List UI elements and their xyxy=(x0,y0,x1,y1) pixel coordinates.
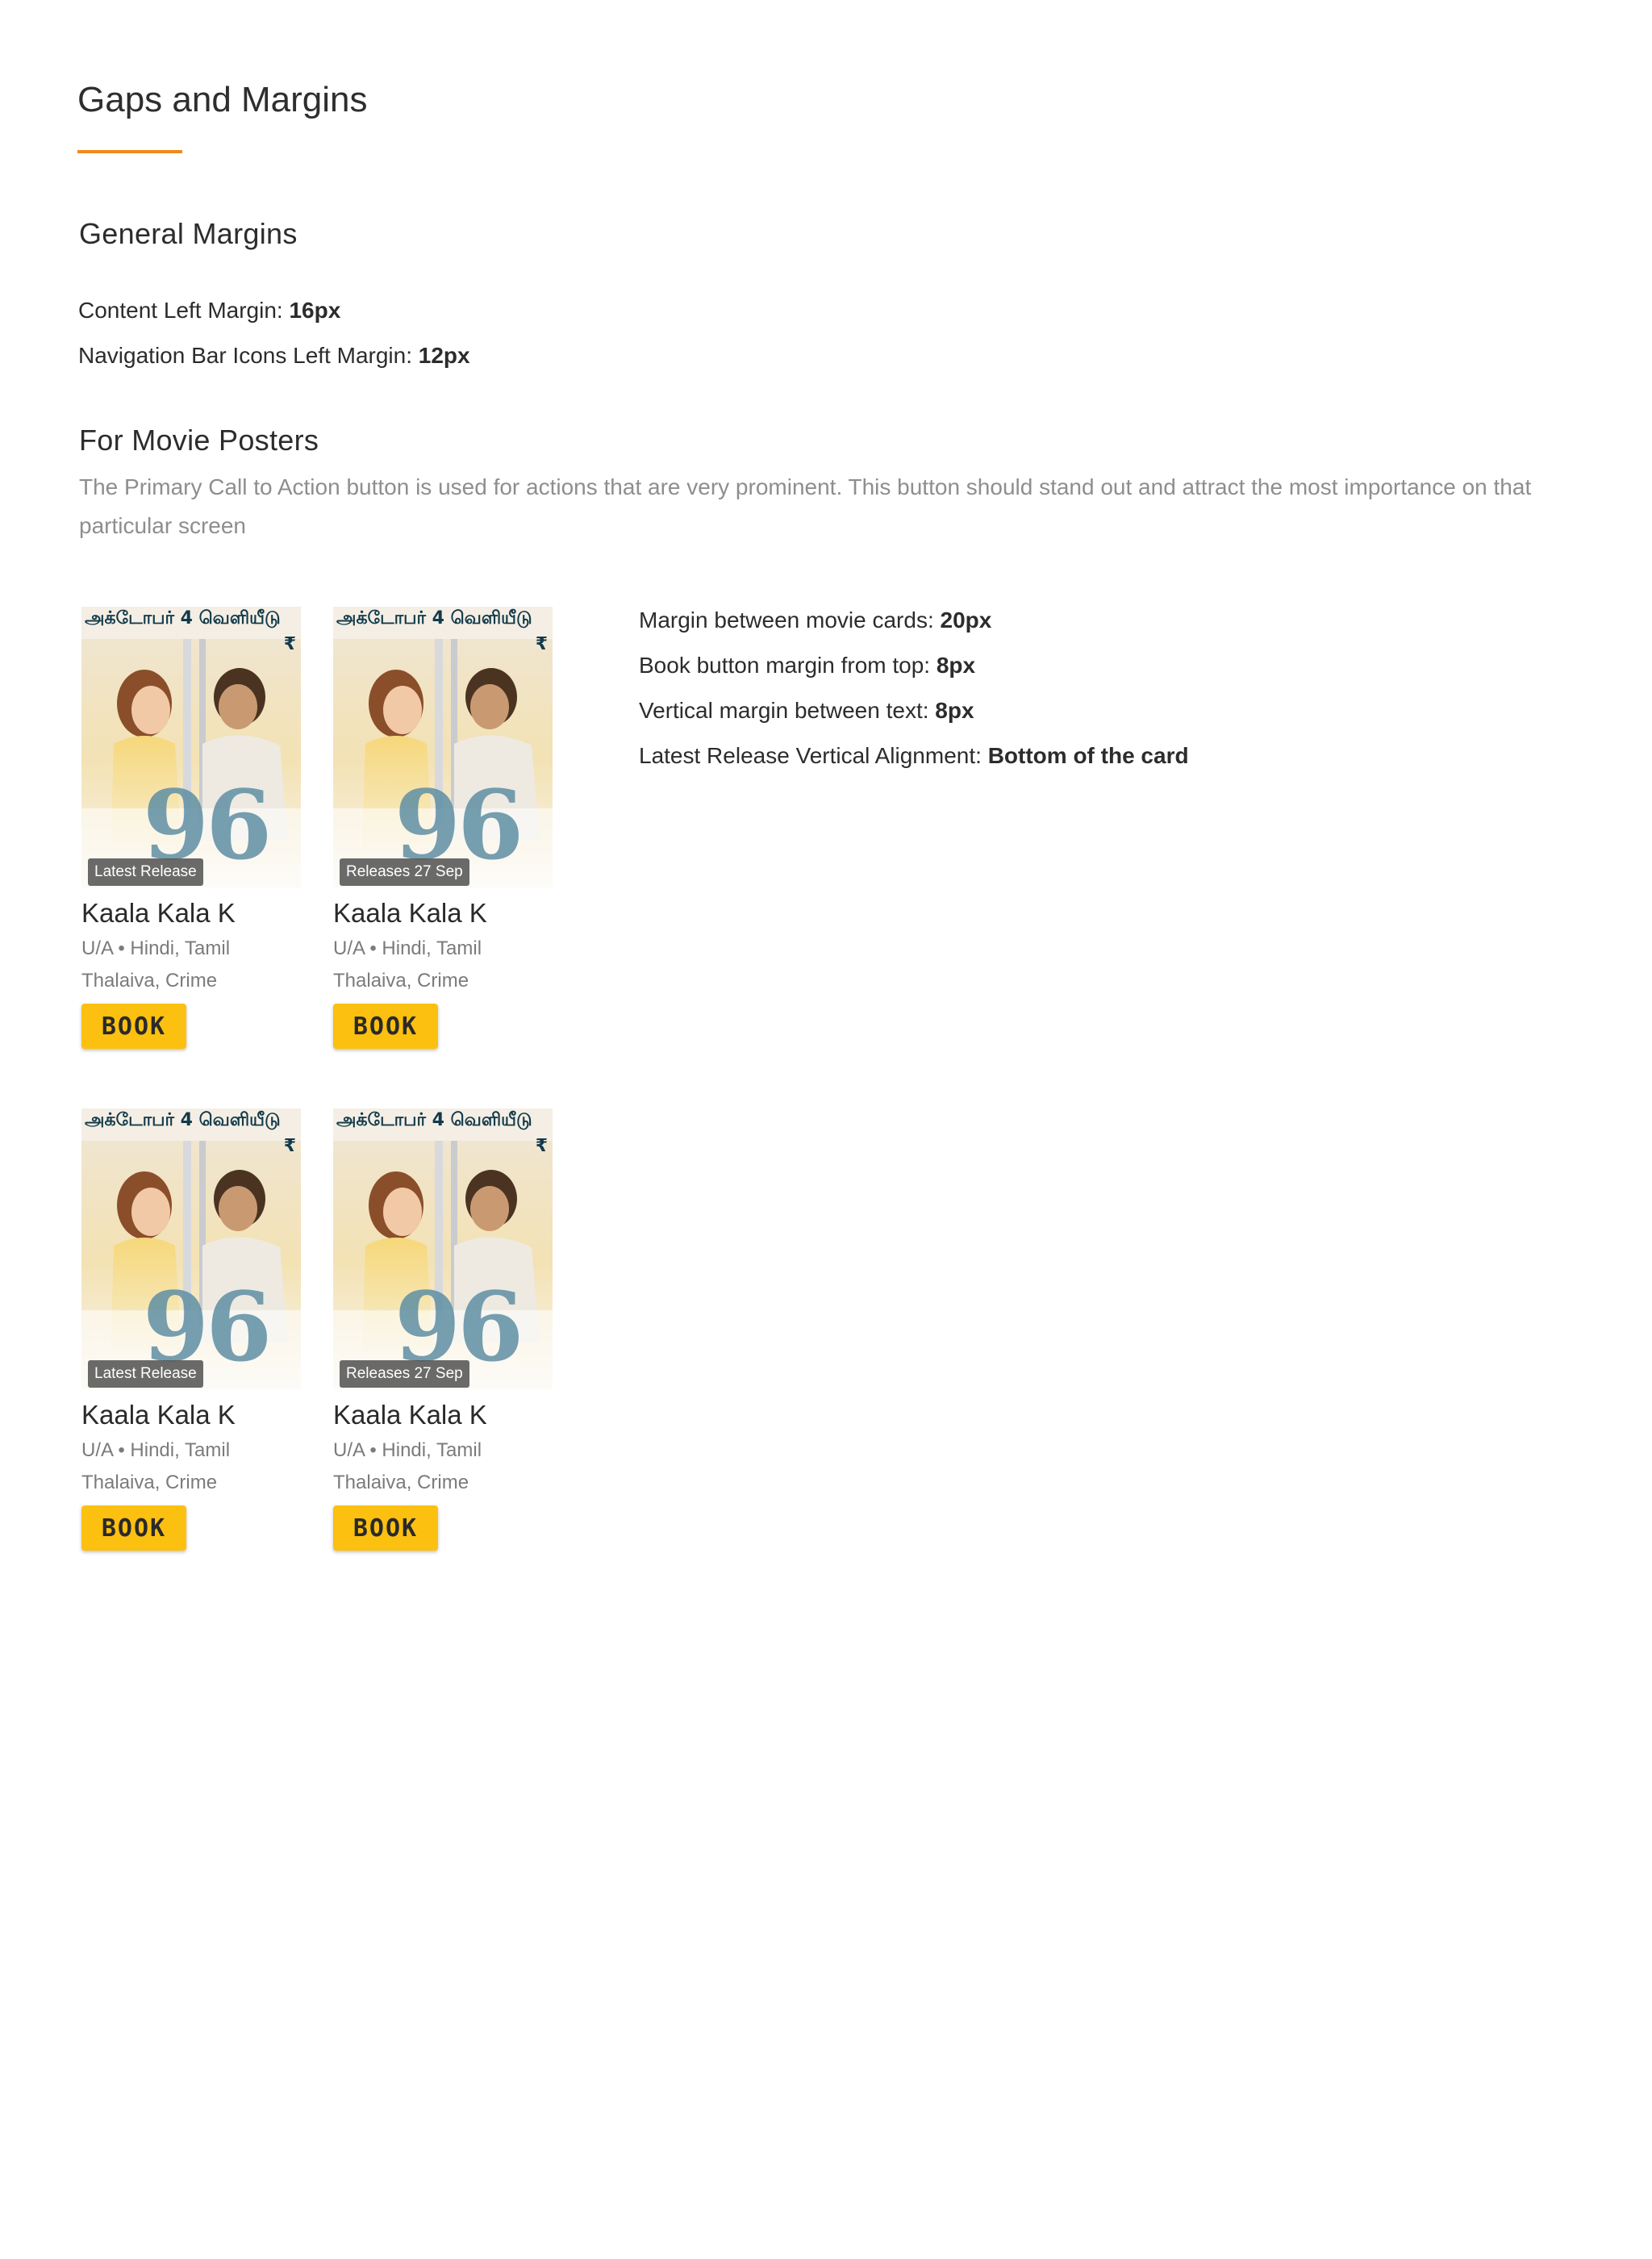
movie-card[interactable]: அக்டோபர் 4 வெளியீடு ₹ 96 Releases 27 Sep… xyxy=(333,1109,553,1551)
spec-latest-release-alignment: Latest Release Vertical Alignment: Botto… xyxy=(639,742,1189,770)
movie-poster[interactable]: அக்டோபர் 4 வெளியீடு ₹ 96 Releases 27 Sep xyxy=(333,1109,553,1389)
title-underline xyxy=(77,150,182,153)
poster-top-text: அக்டோபர் 4 வெளியீடு xyxy=(336,608,532,628)
spec-label: Vertical margin between text: xyxy=(639,698,936,723)
spec-content-left-margin: Content Left Margin: 16px xyxy=(78,297,340,324)
release-badge: Latest Release xyxy=(88,1360,203,1388)
movie-meta: U/A • Hindi, Tamil xyxy=(81,1439,231,1461)
movie-card[interactable]: அக்டோபர் 4 வெளியீடு ₹ 96 Latest Release … xyxy=(81,1109,301,1551)
spec-value: 16px xyxy=(289,298,341,323)
spec-book-button-margin: Book button margin from top: 8px xyxy=(639,652,975,679)
poster-top-text: அக்டோபர் 4 வெளியீடு xyxy=(85,608,281,628)
spec-value: Bottom of the card xyxy=(987,743,1189,768)
movie-meta: U/A • Hindi, Tamil xyxy=(81,937,231,959)
movie-meta: U/A • Hindi, Tamil xyxy=(333,937,482,959)
spec-value: 12px xyxy=(418,343,470,368)
book-button[interactable]: BOOK xyxy=(81,1505,186,1551)
spec-label: Book button margin from top: xyxy=(639,653,937,678)
design-spec-page: Gaps and Margins General Margins Content… xyxy=(0,0,1652,2259)
spec-text-vertical-margin: Vertical margin between text: 8px xyxy=(639,697,974,724)
movie-title[interactable]: Kaala Kala K xyxy=(81,897,301,929)
rupee-icon: ₹ xyxy=(283,634,296,654)
page-title: Gaps and Margins xyxy=(77,80,368,119)
movie-genre: Thalaiva, Crime xyxy=(333,970,469,992)
spec-label: Content Left Margin: xyxy=(78,298,290,323)
rupee-icon: ₹ xyxy=(535,1136,548,1156)
movie-title[interactable]: Kaala Kala K xyxy=(333,897,553,929)
spec-nav-icons-left-margin: Navigation Bar Icons Left Margin: 12px xyxy=(78,342,470,370)
poster-top-text: அக்டோபர் 4 வெளியீடு xyxy=(336,1110,532,1130)
movie-poster[interactable]: அக்டோபர் 4 வெளியீடு ₹ 96 Latest Release xyxy=(81,1109,301,1389)
rupee-icon: ₹ xyxy=(535,634,548,654)
movie-genre: Thalaiva, Crime xyxy=(333,1472,469,1493)
movie-posters-heading: For Movie Posters xyxy=(79,424,319,457)
release-badge: Latest Release xyxy=(88,858,203,886)
spec-label: Navigation Bar Icons Left Margin: xyxy=(78,343,419,368)
movie-poster[interactable]: அக்டோபர் 4 வெளியீடு ₹ 96 Releases 27 Sep xyxy=(333,607,553,887)
movie-genre: Thalaiva, Crime xyxy=(81,1472,218,1493)
movie-title[interactable]: Kaala Kala K xyxy=(81,1399,301,1431)
general-margins-heading: General Margins xyxy=(79,217,298,250)
book-button[interactable]: BOOK xyxy=(81,1004,186,1049)
spec-value: 8px xyxy=(936,653,976,678)
release-badge: Releases 27 Sep xyxy=(340,1360,469,1388)
movie-genre: Thalaiva, Crime xyxy=(81,970,218,992)
release-badge: Releases 27 Sep xyxy=(340,858,469,886)
spec-label: Latest Release Vertical Alignment: xyxy=(639,743,988,768)
book-button[interactable]: BOOK xyxy=(333,1004,438,1049)
poster-top-text: அக்டோபர் 4 வெளியீடு xyxy=(85,1110,281,1130)
movie-poster[interactable]: அக்டோபர் 4 வெளியீடு ₹ 96 Latest Release xyxy=(81,607,301,887)
rupee-icon: ₹ xyxy=(283,1136,296,1156)
book-button[interactable]: BOOK xyxy=(333,1505,438,1551)
movie-card[interactable]: அக்டோபர் 4 வெளியீடு ₹ 96 Latest Release … xyxy=(81,607,301,1049)
spec-card-margin: Margin between movie cards: 20px xyxy=(639,607,991,634)
movie-meta: U/A • Hindi, Tamil xyxy=(333,1439,482,1461)
spec-label: Margin between movie cards: xyxy=(639,608,941,633)
spec-value: 8px xyxy=(935,698,974,723)
spec-value: 20px xyxy=(940,608,992,633)
movie-posters-description: The Primary Call to Action button is use… xyxy=(79,474,1532,538)
movie-card[interactable]: அக்டோபர் 4 வெளியீடு ₹ 96 Releases 27 Sep… xyxy=(333,607,553,1049)
movie-title[interactable]: Kaala Kala K xyxy=(333,1399,553,1431)
